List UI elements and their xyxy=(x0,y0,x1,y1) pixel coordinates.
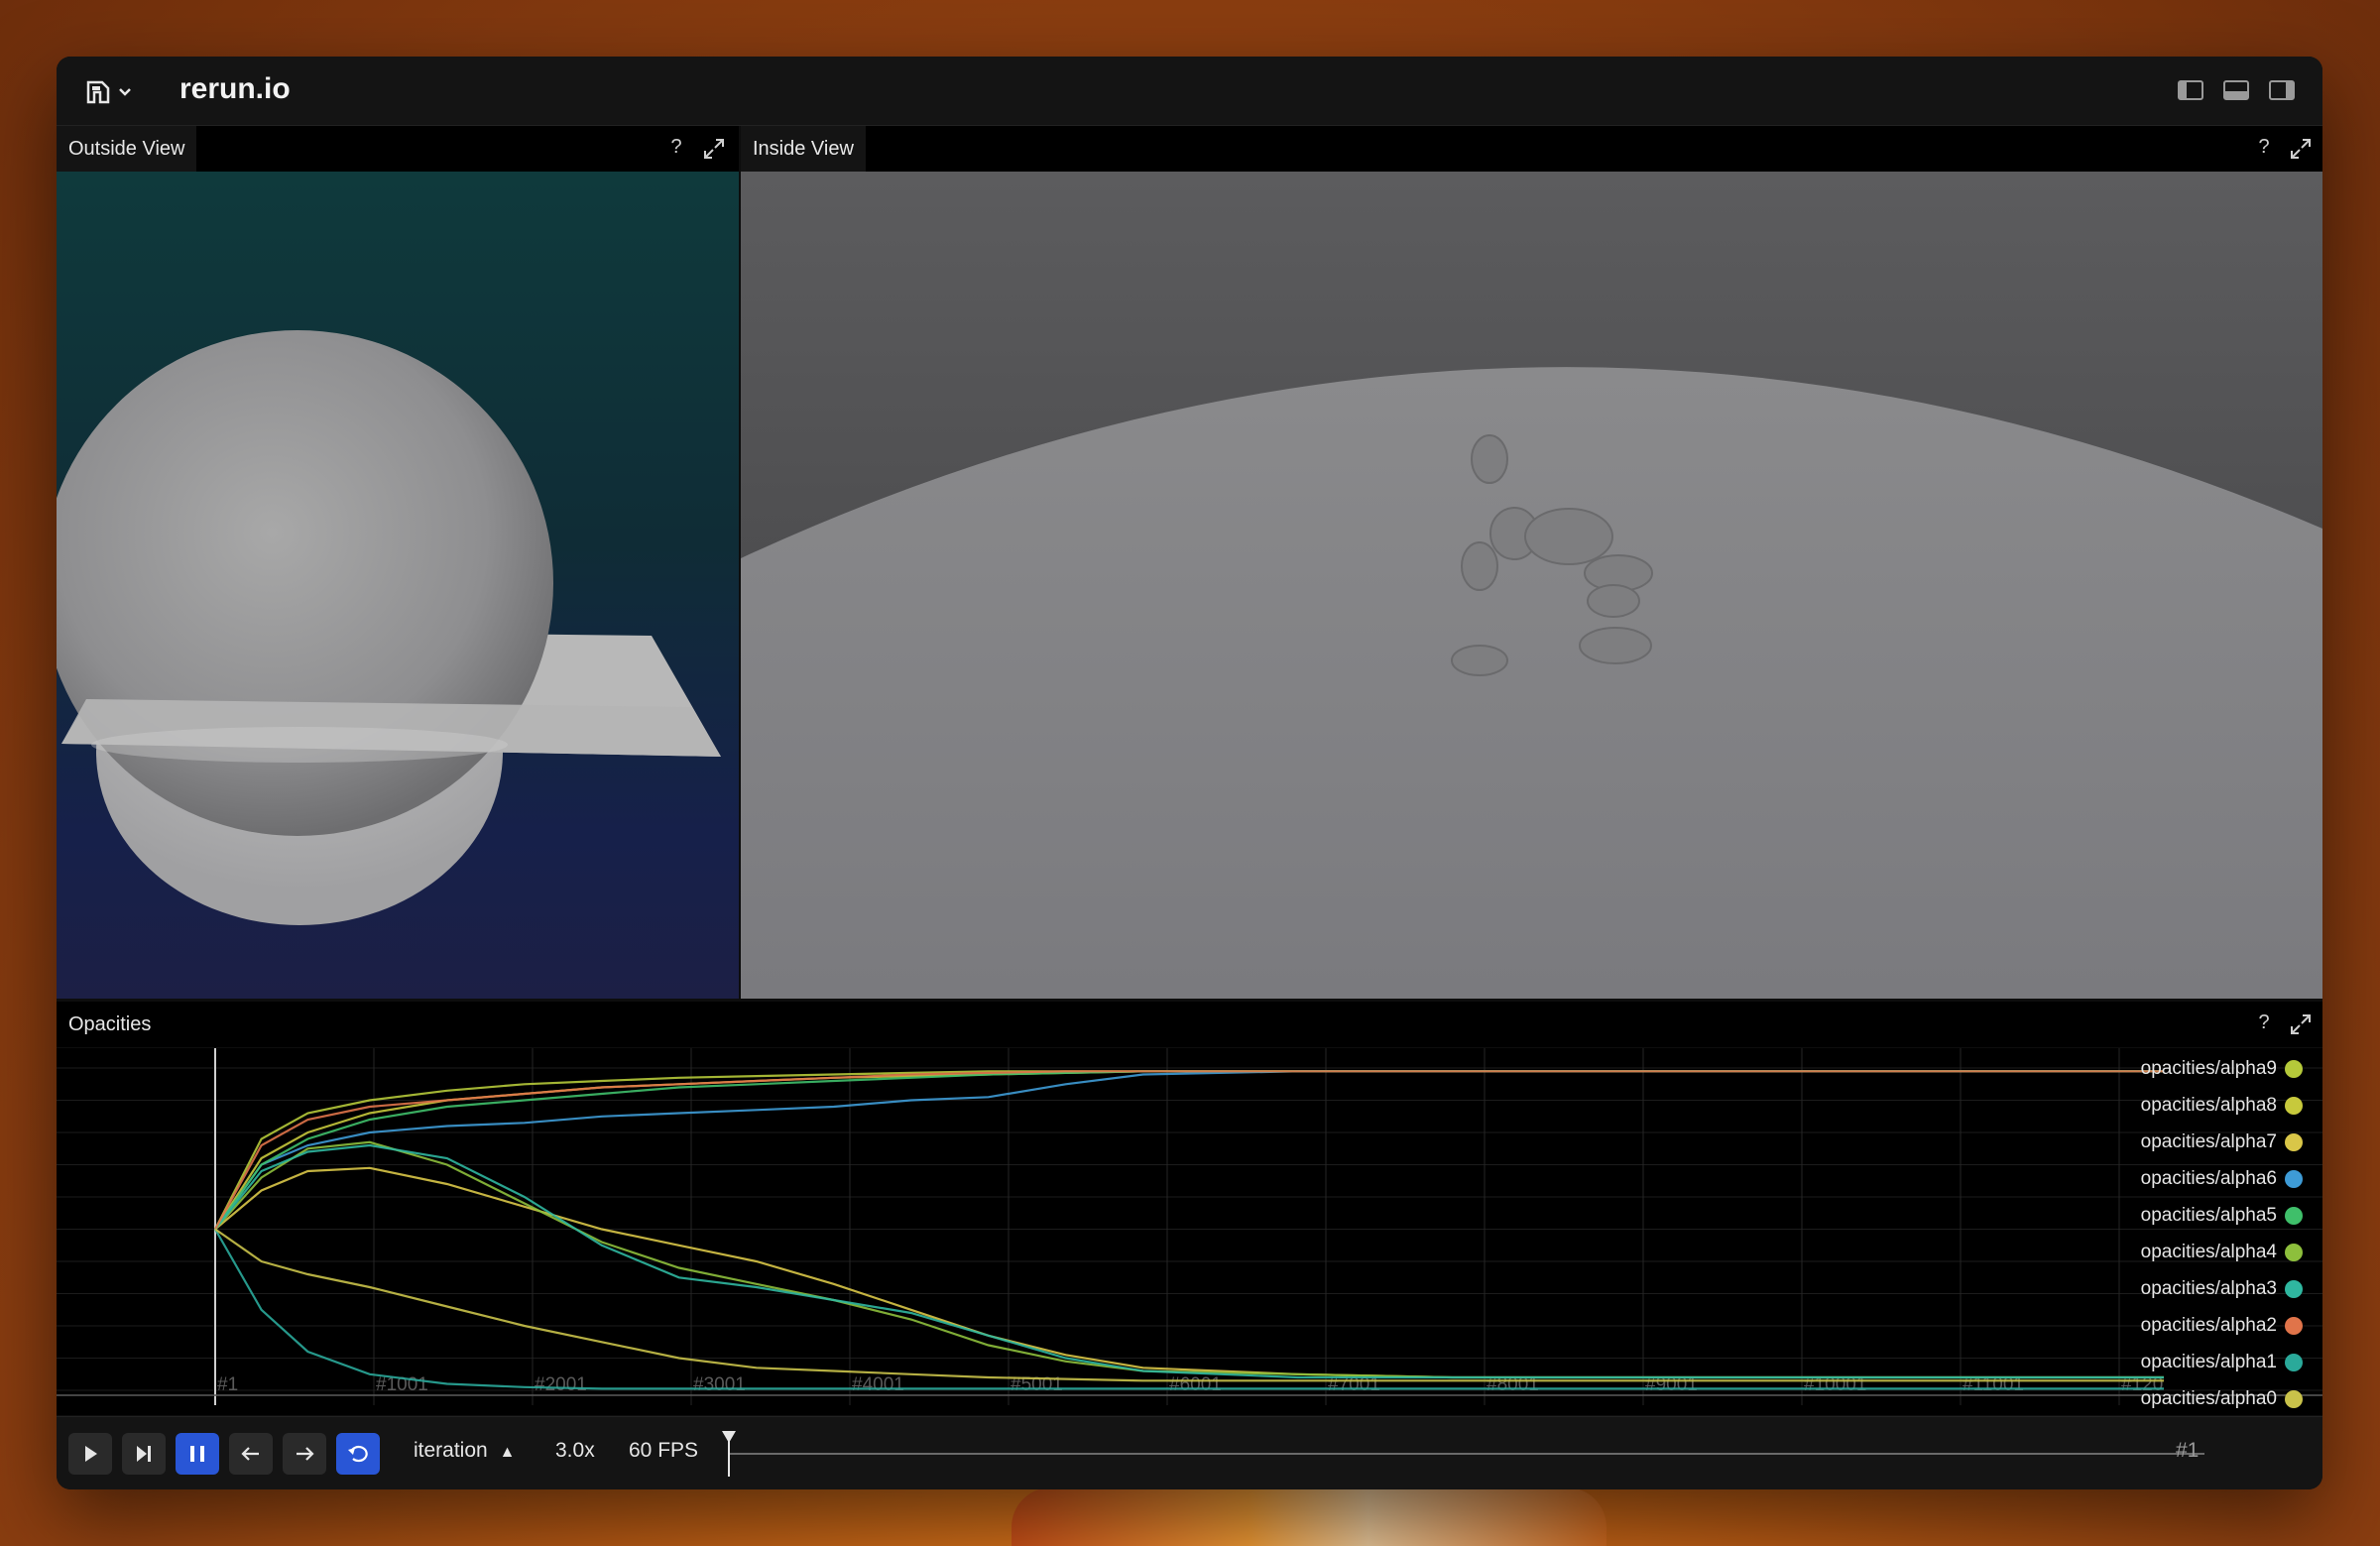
legend-label: opacities/alpha4 xyxy=(2140,1242,2277,1262)
inside-view-header: Inside View ? xyxy=(741,126,2322,172)
legend-item-alpha5[interactable]: opacities/alpha5 xyxy=(2141,1201,2303,1231)
rerun-logo-menu-icon[interactable] xyxy=(82,76,138,106)
inside-scene xyxy=(741,172,2322,999)
legend-color-dot xyxy=(2285,1170,2303,1188)
x-tick-label: #3001 xyxy=(693,1374,746,1395)
legend-label: opacities/alpha5 xyxy=(2140,1205,2277,1226)
step-forward-button[interactable] xyxy=(122,1433,166,1475)
legend-item-alpha0[interactable]: opacities/alpha0 xyxy=(2141,1384,2303,1414)
toggle-left-panel-icon[interactable] xyxy=(2177,78,2204,102)
toggle-right-panel-icon[interactable] xyxy=(2268,78,2296,102)
legend-color-dot xyxy=(2285,1133,2303,1151)
time-scrubber-track[interactable] xyxy=(729,1453,2204,1455)
x-tick-label: #4001 xyxy=(852,1374,904,1395)
legend-item-alpha4[interactable]: opacities/alpha4 xyxy=(2141,1238,2303,1267)
legend-color-dot xyxy=(2285,1244,2303,1261)
legend-label: opacities/alpha0 xyxy=(2140,1388,2277,1409)
opacities-chart[interactable]: #1 #1001 #2001 #3001 #4001 #5001 #6001 #7001 #80… xyxy=(57,1048,2322,1415)
legend-color-dot xyxy=(2285,1354,2303,1371)
legend-label: opacities/alpha7 xyxy=(2140,1131,2277,1152)
help-icon[interactable]: ? xyxy=(665,136,687,162)
opacities-header: Opacities ? xyxy=(57,1002,2322,1047)
step-forward-arrow-button[interactable] xyxy=(283,1433,326,1475)
inside-3d-view[interactable] xyxy=(741,172,2322,999)
legend-color-dot xyxy=(2285,1207,2303,1225)
legend-item-alpha2[interactable]: opacities/alpha2 xyxy=(2141,1311,2303,1341)
x-tick-label: #1 xyxy=(217,1374,238,1395)
step-back-arrow-button[interactable] xyxy=(229,1433,273,1475)
outside-3d-view[interactable] xyxy=(57,172,739,999)
maximize-icon[interactable] xyxy=(2288,1011,2314,1037)
tab-inside-view[interactable]: Inside View xyxy=(741,126,866,172)
x-tick-label: #6001 xyxy=(1169,1374,1222,1395)
play-button[interactable] xyxy=(68,1433,112,1475)
loop-button[interactable] xyxy=(336,1433,380,1475)
outside-scene xyxy=(57,330,721,925)
time-scrubber-handle[interactable] xyxy=(720,1429,738,1479)
legend-item-alpha3[interactable]: opacities/alpha3 xyxy=(2141,1274,2303,1304)
timeline-bar: iteration ▲ 3.0x 60 FPS #1 xyxy=(57,1416,2322,1489)
help-icon[interactable]: ? xyxy=(2253,1011,2275,1037)
series-line-alpha2 xyxy=(214,1070,2164,1231)
outside-view-header: Outside View ? xyxy=(57,126,739,172)
legend-label: opacities/alpha8 xyxy=(2140,1095,2277,1116)
toggle-bottom-panel-icon[interactable] xyxy=(2222,78,2250,102)
pause-button[interactable] xyxy=(176,1433,219,1475)
current-time: #1 xyxy=(2176,1439,2200,1462)
legend-color-dot xyxy=(2285,1097,2303,1115)
series-line-alpha7 xyxy=(214,1166,2164,1379)
timeline-name: iteration xyxy=(414,1439,488,1462)
timeline-selector[interactable]: iteration ▲ xyxy=(414,1439,515,1463)
x-tick-label: #2001 xyxy=(535,1374,587,1395)
legend-item-alpha7[interactable]: opacities/alpha7 xyxy=(2141,1128,2303,1157)
opacities-plot[interactable]: #1 #1001 #2001 #3001 #4001 #5001 #6001 #7001 #80… xyxy=(57,1048,2322,1415)
app-title: rerun.io xyxy=(179,72,291,105)
sphere-base xyxy=(91,727,508,763)
legend-label: opacities/alpha2 xyxy=(2140,1315,2277,1336)
series-line-alpha1 xyxy=(214,1228,2164,1390)
legend-item-alpha9[interactable]: opacities/alpha9 xyxy=(2141,1054,2303,1084)
top-bar: rerun.io xyxy=(57,57,2322,126)
legend-color-dot xyxy=(2285,1317,2303,1335)
background-artwork xyxy=(1012,1487,1606,1546)
series-line-alpha4 xyxy=(214,1140,2164,1379)
legend-color-dot xyxy=(2285,1280,2303,1298)
legend-label: opacities/alpha1 xyxy=(2140,1352,2277,1372)
legend-label: opacities/alpha9 xyxy=(2140,1058,2277,1079)
playback-fps[interactable]: 60 FPS xyxy=(629,1439,698,1463)
legend-label: opacities/alpha3 xyxy=(2140,1278,2277,1299)
maximize-icon[interactable] xyxy=(701,136,727,162)
rerun-viewer-window: rerun.io Outside View ? Inside View ? Op… xyxy=(57,57,2322,1489)
legend-item-alpha6[interactable]: opacities/alpha6 xyxy=(2141,1164,2303,1194)
help-icon[interactable]: ? xyxy=(2253,136,2275,162)
legend-color-dot xyxy=(2285,1060,2303,1078)
tab-outside-view[interactable]: Outside View xyxy=(57,126,197,172)
legend-color-dot xyxy=(2285,1390,2303,1408)
maximize-icon[interactable] xyxy=(2288,136,2314,162)
legend-item-alpha8[interactable]: opacities/alpha8 xyxy=(2141,1091,2303,1121)
legend-label: opacities/alpha6 xyxy=(2140,1168,2277,1189)
tab-opacities[interactable]: Opacities xyxy=(57,1002,164,1047)
legend-item-alpha1[interactable]: opacities/alpha1 xyxy=(2141,1348,2303,1377)
caret-up-icon: ▲ xyxy=(499,1444,516,1461)
playback-speed[interactable]: 3.0x xyxy=(555,1439,595,1463)
